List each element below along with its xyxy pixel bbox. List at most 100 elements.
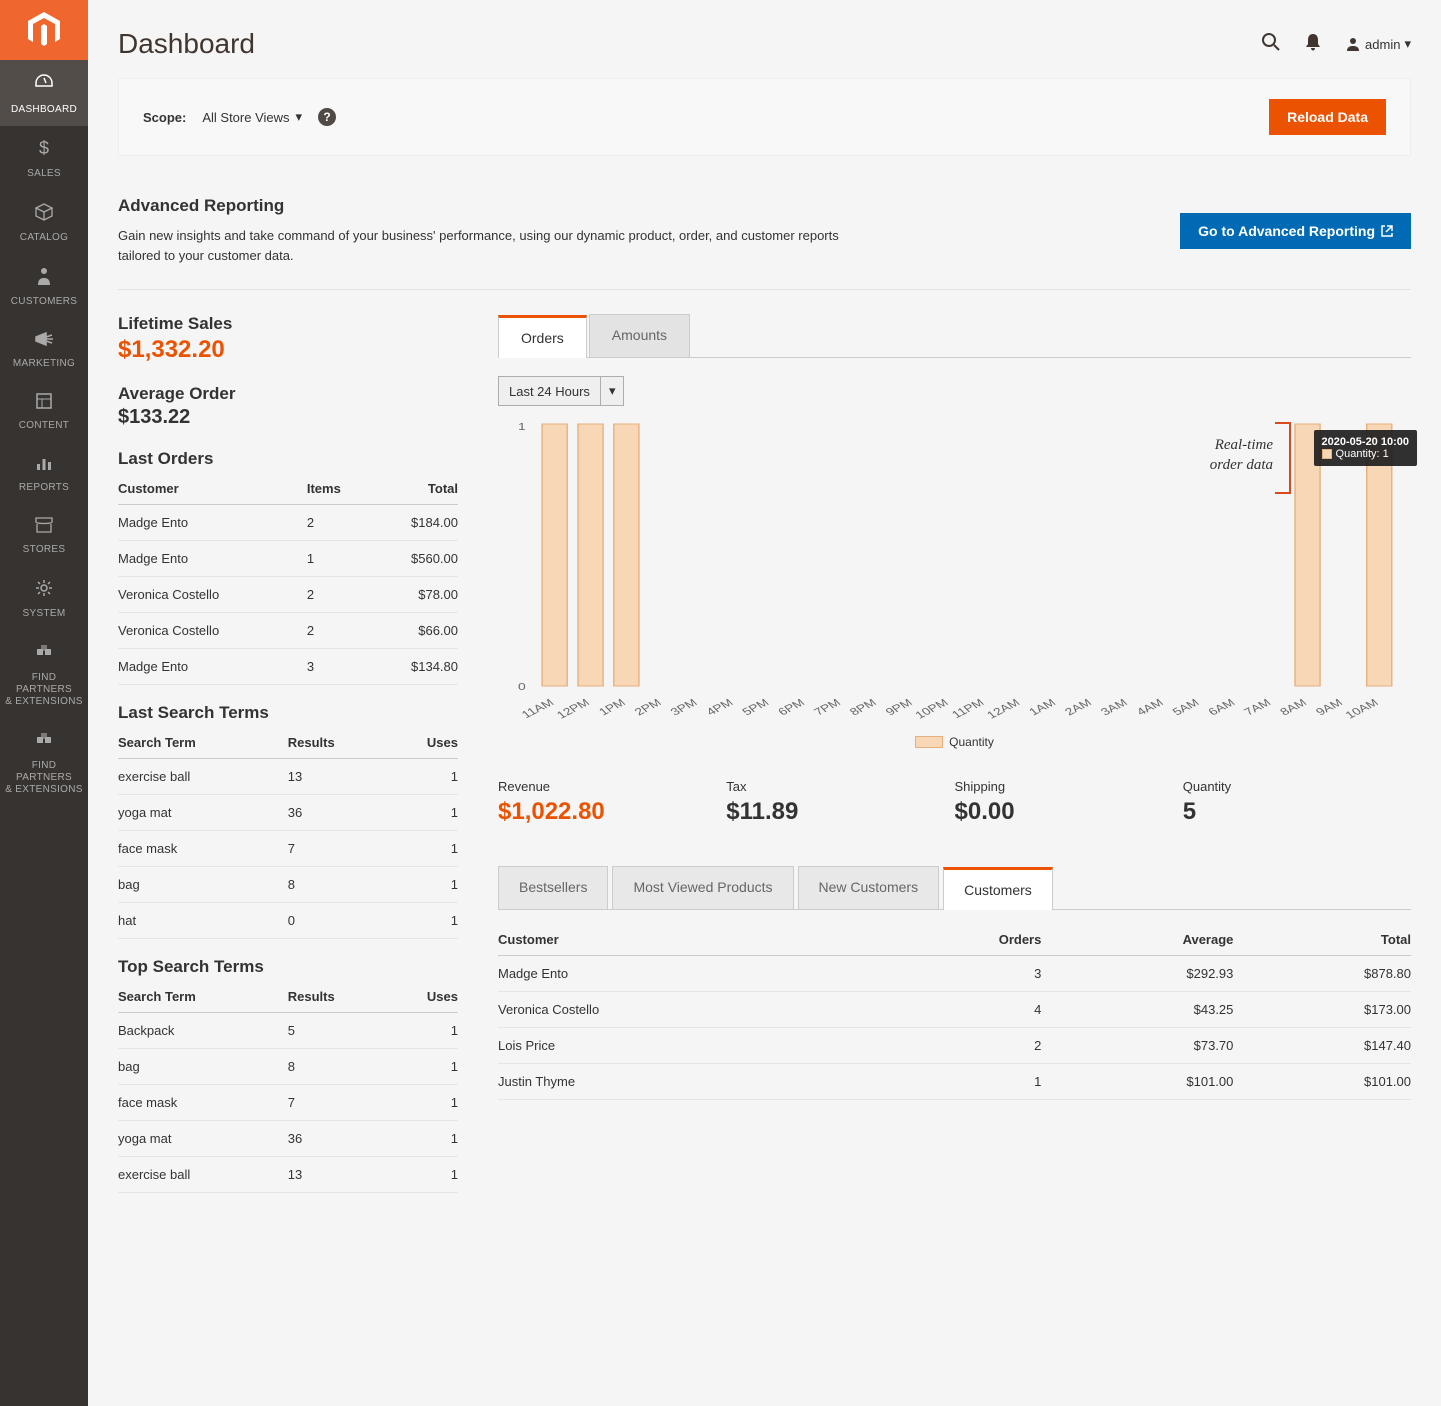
table-row[interactable]: Veronica Costello4$43.25$173.00	[498, 992, 1411, 1028]
svg-text:5AM: 5AM	[1169, 697, 1201, 718]
table-row[interactable]: Madge Ento3$134.80	[118, 649, 458, 685]
svg-text:4PM: 4PM	[703, 697, 735, 718]
quantity-value: 5	[1183, 798, 1411, 826]
svg-text:8PM: 8PM	[847, 697, 879, 718]
top-search-title: Top Search Terms	[118, 957, 458, 977]
svg-text:1: 1	[518, 421, 526, 433]
chart-tooltip: 2020-05-20 10:00 Quantity: 1	[1314, 430, 1417, 466]
nav-item-customers[interactable]: CUSTOMERS	[0, 254, 88, 318]
chart-tabs: Orders Amounts	[498, 314, 1411, 358]
tax-label: Tax	[726, 779, 954, 794]
nav-item-dashboard[interactable]: DASHBOARD	[0, 60, 88, 126]
search-icon[interactable]	[1261, 32, 1281, 57]
scope-select[interactable]: All Store Views ▾	[202, 109, 302, 125]
chart-totals: Revenue $1,022.80 Tax $11.89 Shipping $0…	[498, 779, 1411, 826]
content-icon	[4, 392, 84, 416]
tab-most-viewed[interactable]: Most Viewed Products	[612, 866, 793, 909]
magento-logo[interactable]	[0, 0, 88, 60]
nav-item-stores[interactable]: STORES	[0, 504, 88, 566]
reload-data-button[interactable]: Reload Data	[1269, 99, 1386, 135]
legend-swatch	[915, 736, 943, 748]
table-row[interactable]: bag81	[118, 867, 458, 903]
top-search-table: Search Term Results Uses Backpack51bag81…	[118, 981, 458, 1193]
shipping-label: Shipping	[955, 779, 1183, 794]
svg-text:11AM: 11AM	[519, 697, 557, 721]
chart-range-select[interactable]: Last 24 Hours ▾	[498, 376, 624, 406]
chevron-down-icon: ▾	[296, 109, 303, 125]
sidebar: DASHBOARD$SALESCATALOGCUSTOMERSMARKETING…	[0, 0, 88, 1406]
tab-amounts[interactable]: Amounts	[589, 314, 690, 357]
nav-item-marketing[interactable]: MARKETING	[0, 318, 88, 380]
svg-text:1PM: 1PM	[596, 697, 628, 718]
chart-annotation: Real-time order data	[1210, 436, 1273, 475]
sales-icon: $	[4, 138, 84, 164]
tab-new-customers[interactable]: New Customers	[798, 866, 940, 909]
table-row[interactable]: Justin Thyme1$101.00$101.00	[498, 1064, 1411, 1100]
svg-text:5PM: 5PM	[739, 697, 771, 718]
bell-icon[interactable]	[1305, 33, 1321, 56]
partners-icon	[4, 730, 84, 756]
advanced-reporting-title: Advanced Reporting	[118, 196, 878, 216]
table-row[interactable]: Madge Ento3$292.93$878.80	[498, 956, 1411, 992]
nav-item-partners[interactable]: FIND PARTNERS& EXTENSIONS	[0, 718, 88, 806]
tab-bestsellers[interactable]: Bestsellers	[498, 866, 608, 909]
table-row[interactable]: Veronica Costello2$78.00	[118, 577, 458, 613]
table-row[interactable]: Madge Ento1$560.00	[118, 541, 458, 577]
customers-table: Customer Orders Average Total Madge Ento…	[498, 924, 1411, 1100]
orders-chart: 1011AM12PM1PM2PM3PM4PM5PM6PM7PM8PM9PM10P…	[498, 416, 1411, 729]
table-row[interactable]: yoga mat361	[118, 1121, 458, 1157]
svg-text:10AM: 10AM	[1342, 697, 1381, 721]
table-row[interactable]: exercise ball131	[118, 759, 458, 795]
nav-item-reports[interactable]: REPORTS	[0, 442, 88, 504]
table-row[interactable]: Backpack51	[118, 1013, 458, 1049]
svg-text:1AM: 1AM	[1026, 697, 1058, 718]
shipping-value: $0.00	[955, 798, 1183, 826]
lifetime-sales-value: $1,332.20	[118, 336, 458, 364]
table-row[interactable]: yoga mat361	[118, 795, 458, 831]
svg-text:10PM: 10PM	[912, 697, 951, 721]
partners-icon	[4, 642, 84, 668]
svg-text:3PM: 3PM	[668, 697, 700, 718]
tab-customers[interactable]: Customers	[943, 867, 1053, 910]
system-icon	[4, 578, 84, 604]
nav-item-catalog[interactable]: CATALOG	[0, 190, 88, 254]
table-row[interactable]: face mask71	[118, 1085, 458, 1121]
svg-text:7PM: 7PM	[811, 697, 843, 718]
nav-item-partners[interactable]: FIND PARTNERS& EXTENSIONS	[0, 630, 88, 718]
nav-item-system[interactable]: SYSTEM	[0, 566, 88, 630]
help-icon[interactable]: ?	[318, 108, 336, 126]
average-order-value: $133.22	[118, 406, 458, 429]
table-row[interactable]: face mask71	[118, 831, 458, 867]
go-to-advanced-reporting-button[interactable]: Go to Advanced Reporting	[1180, 213, 1411, 249]
table-row[interactable]: Lois Price2$73.70$147.40	[498, 1028, 1411, 1064]
table-row[interactable]: bag81	[118, 1049, 458, 1085]
last-search-title: Last Search Terms	[118, 703, 458, 723]
user-icon	[1345, 36, 1361, 52]
chart-legend: Quantity	[498, 735, 1411, 749]
admin-dropdown[interactable]: admin ▾	[1345, 36, 1411, 52]
last-orders-table: Customer Items Total Madge Ento2$184.00M…	[118, 473, 458, 685]
nav-item-sales[interactable]: $SALES	[0, 126, 88, 190]
marketing-icon	[4, 330, 84, 354]
svg-text:6AM: 6AM	[1205, 697, 1237, 718]
scope-label: Scope:	[143, 110, 186, 125]
chevron-down-icon: ▾	[600, 377, 624, 405]
lifetime-sales-title: Lifetime Sales	[118, 314, 458, 334]
tooltip-swatch	[1322, 449, 1332, 459]
chevron-down-icon: ▾	[1404, 36, 1411, 52]
average-order-title: Average Order	[118, 384, 458, 404]
table-row[interactable]: exercise ball131	[118, 1157, 458, 1193]
svg-text:3AM: 3AM	[1098, 697, 1130, 718]
revenue-value: $1,022.80	[498, 798, 726, 826]
nav-item-content[interactable]: CONTENT	[0, 380, 88, 442]
svg-text:9AM: 9AM	[1313, 697, 1345, 718]
svg-text:2PM: 2PM	[632, 697, 664, 718]
table-row[interactable]: Veronica Costello2$66.00	[118, 613, 458, 649]
svg-text:11PM: 11PM	[949, 697, 987, 721]
tab-orders[interactable]: Orders	[498, 315, 587, 358]
table-row[interactable]: hat01	[118, 903, 458, 939]
svg-text:2AM: 2AM	[1062, 697, 1094, 718]
admin-username: admin	[1365, 37, 1400, 52]
external-link-icon	[1381, 225, 1393, 237]
table-row[interactable]: Madge Ento2$184.00	[118, 505, 458, 541]
